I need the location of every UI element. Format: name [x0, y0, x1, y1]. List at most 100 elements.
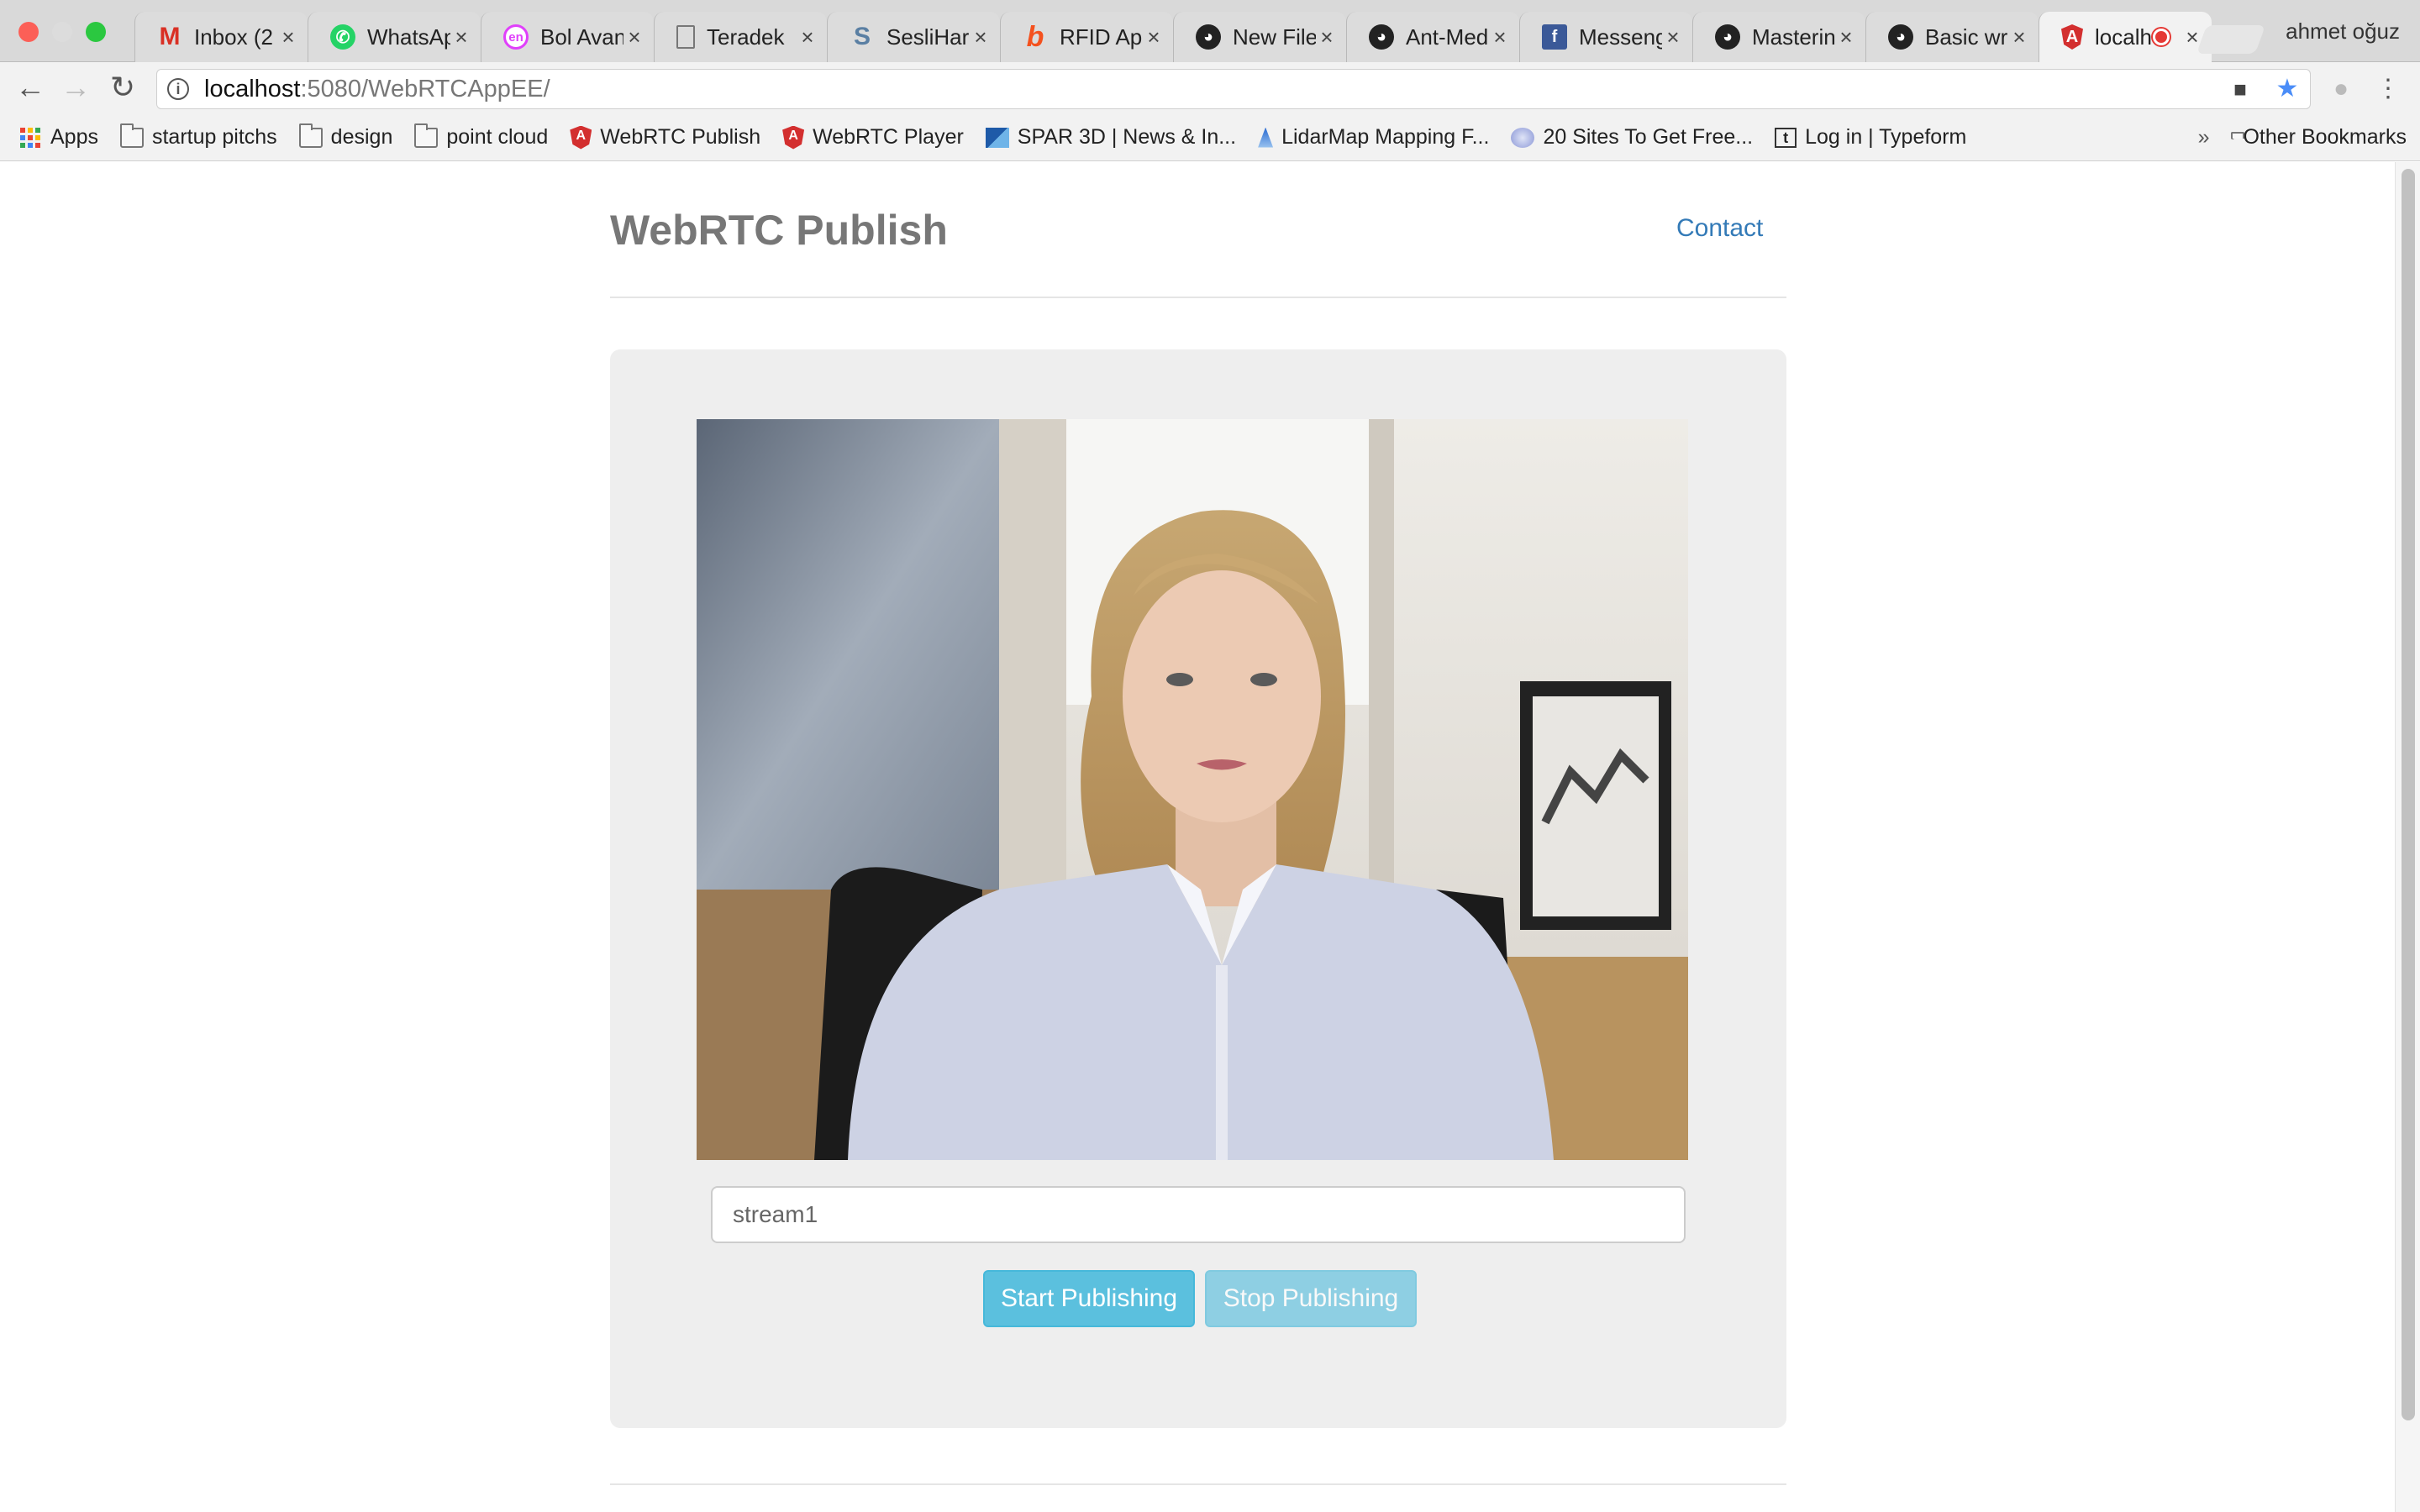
b-icon: b — [1026, 20, 1044, 53]
tab-close-icon[interactable]: × — [970, 24, 992, 50]
recording-indicator-icon — [2153, 29, 2170, 45]
spar-icon — [985, 127, 1009, 148]
bookmark-webrtc-player[interactable]: A WebRTC Player — [782, 125, 964, 150]
bookmark-webrtc-publish[interactable]: A WebRTC Publish — [570, 125, 760, 150]
browser-tab-inbox[interactable]: M Inbox (2 × — [134, 12, 308, 62]
bookmark-label: WebRTC Player — [813, 125, 964, 149]
bookmark-label: 20 Sites To Get Free... — [1543, 125, 1754, 149]
url-host: localhost — [204, 75, 301, 102]
page-scrollbar[interactable] — [2395, 162, 2420, 1512]
bookmark-label: LidarMap Mapping F... — [1281, 125, 1490, 149]
browser-tab-teradek[interactable]: Teradek × — [654, 12, 827, 62]
angular-icon: A — [2061, 24, 2083, 50]
window-close-button[interactable] — [18, 22, 39, 42]
github-icon: ◕ — [1715, 24, 1740, 50]
camera-preview-video — [697, 419, 1688, 1160]
bookmark-lidarmap[interactable]: LidarMap Mapping F... — [1258, 125, 1489, 150]
extension-icon[interactable]: ● — [2323, 71, 2360, 108]
browser-tab-mastering[interactable]: ◕ Masterin × — [1692, 12, 1865, 62]
start-publishing-button[interactable]: Start Publishing — [983, 1270, 1195, 1327]
folder-icon — [119, 123, 144, 148]
url-path: :5080/WebRTCAppEE/ — [300, 75, 550, 102]
github-icon: ◕ — [1369, 24, 1394, 50]
gmail-icon: M — [159, 23, 181, 50]
browser-tab-ant-media[interactable]: ◕ Ant-Med × — [1346, 12, 1519, 62]
bookmark-point-cloud[interactable]: point cloud — [414, 123, 548, 150]
camera-preview-image — [697, 419, 1688, 1160]
browser-tab-bol-avan[interactable]: en Bol Avan × — [481, 12, 654, 62]
other-bookmarks[interactable]: Other Bookmarks — [2243, 125, 2407, 150]
browser-tab-localhost[interactable]: A localh × — [2039, 12, 2212, 62]
lidar-icon — [1258, 127, 1274, 148]
en-icon: en — [503, 24, 529, 50]
github-icon: ◕ — [1196, 24, 1221, 50]
tab-label: SesliHar — [886, 24, 970, 50]
bookmark-typeform[interactable]: t Log in | Typeform — [1775, 125, 1966, 150]
page-icon — [676, 25, 695, 49]
bookmark-startup-pitchs[interactable]: startup pitchs — [119, 123, 277, 150]
tab-label: Basic wr — [1925, 24, 2008, 50]
bookmark-label: startup pitchs — [151, 125, 277, 149]
browser-tab-messenger[interactable]: f Messeng × — [1519, 12, 1692, 62]
s-icon: S — [853, 23, 871, 50]
tab-label: Messeng — [1579, 24, 1662, 50]
bookmark-spar3d[interactable]: SPAR 3D | News & In... — [985, 125, 1236, 150]
tab-close-icon[interactable]: × — [1489, 24, 1511, 50]
window-zoom-button[interactable] — [86, 22, 106, 42]
tab-label: Ant-Med — [1406, 24, 1489, 50]
stream-name-input[interactable] — [711, 1186, 1686, 1243]
site-info-icon[interactable]: i — [167, 78, 189, 100]
tab-label: New File — [1233, 24, 1316, 50]
facebook-icon: f — [1542, 24, 1567, 50]
tab-label: localh — [2095, 24, 2152, 50]
tab-label: RFID App — [1060, 24, 1143, 50]
address-bar[interactable]: i localhost:5080/WebRTCAppEE/ — [156, 69, 2311, 109]
tab-close-icon[interactable]: × — [1835, 24, 1857, 50]
tab-close-icon[interactable]: × — [450, 24, 472, 50]
tab-close-icon[interactable]: × — [623, 24, 645, 50]
tab-close-icon[interactable]: × — [1662, 24, 1684, 50]
browser-toolbar: ← → ↻ i localhost:5080/WebRTCAppEE/ ■ ★ … — [0, 62, 2420, 114]
browser-tab-rfid[interactable]: b RFID App × — [1000, 12, 1173, 62]
tab-label: Bol Avan — [540, 24, 623, 50]
browser-tab-strip: M Inbox (2 × ✆ WhatsAp × en Bol Avan × T… — [0, 0, 2420, 62]
tab-label: Masterin — [1752, 24, 1835, 50]
bookmark-20-sites[interactable]: 20 Sites To Get Free... — [1511, 125, 1753, 150]
browser-tab-new-file[interactable]: ◕ New File × — [1173, 12, 1346, 62]
contact-link[interactable]: Contact — [1676, 214, 1763, 243]
new-tab-button[interactable] — [2196, 25, 2266, 54]
angular-icon: A — [570, 125, 592, 150]
bookmark-design[interactable]: design — [298, 123, 392, 150]
header-divider — [610, 297, 1786, 298]
menu-kebab-icon[interactable]: ⋮ — [2370, 71, 2407, 108]
tab-close-icon[interactable]: × — [1143, 24, 1165, 50]
page-title: WebRTC Publish — [610, 207, 948, 254]
tab-close-icon[interactable]: × — [2008, 24, 2030, 50]
bookmark-label: Log in | Typeform — [1805, 125, 1967, 149]
scrollbar-thumb[interactable] — [2402, 169, 2415, 1420]
folder-icon — [414, 123, 439, 148]
forward-arrow-icon[interactable]: → — [59, 71, 92, 104]
bookmarks-right: » Other Bookmarks — [2198, 125, 2407, 150]
camera-icon[interactable]: ■ — [2222, 71, 2259, 108]
window-minimize-button[interactable] — [52, 22, 72, 42]
tab-close-icon[interactable]: × — [1316, 24, 1338, 50]
folder-icon — [298, 123, 323, 148]
bookmark-apps[interactable]: Apps — [20, 125, 98, 150]
tab-label: Inbox (2 — [194, 24, 273, 50]
profile-name[interactable]: ahmet oğuz — [2286, 18, 2400, 45]
back-arrow-icon[interactable]: ← — [13, 71, 47, 104]
tab-close-icon[interactable]: × — [797, 24, 818, 50]
bookmark-star-icon[interactable]: ★ — [2269, 71, 2306, 108]
typeform-icon: t — [1775, 127, 1797, 148]
stop-publishing-button[interactable]: Stop Publishing — [1205, 1270, 1417, 1327]
browser-tab-sesliharf[interactable]: S SesliHar × — [827, 12, 1000, 62]
reload-icon[interactable]: ↻ — [106, 71, 139, 104]
tab-close-icon[interactable]: × — [277, 24, 299, 50]
apps-icon — [20, 127, 40, 148]
browser-tab-basic[interactable]: ◕ Basic wr × — [1865, 12, 2039, 62]
bookmarks-overflow-icon[interactable]: » — [2198, 125, 2210, 150]
browser-tab-whatsapp[interactable]: ✆ WhatsAp × — [308, 12, 481, 62]
globe-icon — [1511, 127, 1535, 148]
angular-icon: A — [782, 125, 805, 150]
